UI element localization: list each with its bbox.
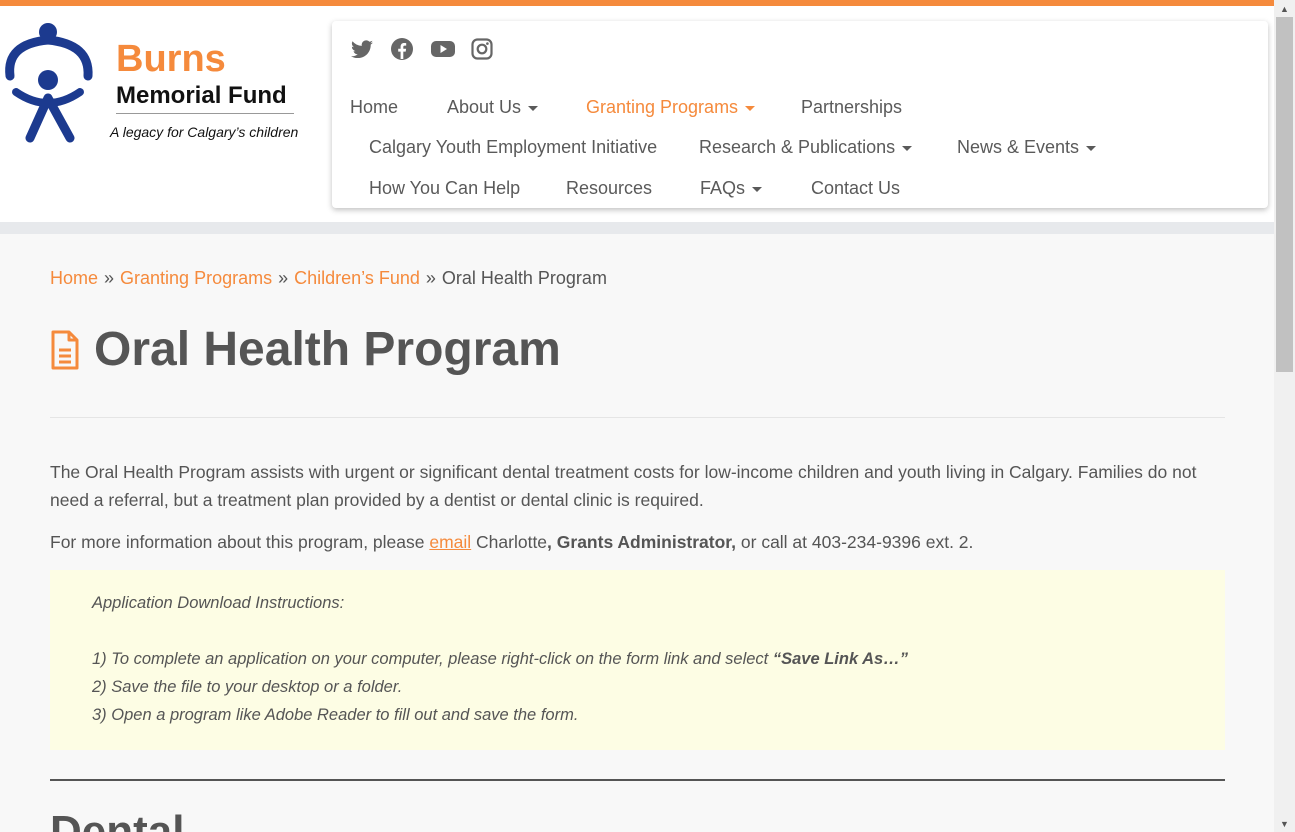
- nav-item-how-you-can-help[interactable]: How You Can Help: [369, 178, 566, 199]
- nav-item-resources[interactable]: Resources: [566, 178, 700, 199]
- vertical-scrollbar[interactable]: ▲ ▼: [1274, 0, 1295, 832]
- instructions-step-1: 1) To complete an application on your co…: [92, 650, 908, 668]
- breadcrumb-childrens-fund-link[interactable]: Children’s Fund: [294, 268, 420, 288]
- breadcrumb-separator: »: [104, 268, 115, 288]
- logo-figure-icon: [5, 23, 93, 143]
- nav-item-faqs[interactable]: FAQs: [700, 178, 811, 199]
- instructions-step-2: 2) Save the file to your desktop or a fo…: [92, 678, 403, 696]
- nav-item-news-events[interactable]: News & Events: [957, 137, 1097, 158]
- twitter-icon[interactable]: [350, 37, 375, 61]
- chevron-down-icon: [752, 187, 763, 192]
- email-link[interactable]: email: [429, 532, 471, 552]
- chevron-down-icon: [528, 106, 539, 111]
- logo-name-line2: Memorial Fund: [116, 82, 287, 109]
- document-icon: [51, 330, 79, 370]
- nav-item-contact-us[interactable]: Contact Us: [811, 178, 900, 199]
- scroll-up-arrow-icon[interactable]: ▲: [1274, 0, 1295, 17]
- nav-row-1: Home About Us Granting Programs Partners…: [350, 97, 902, 118]
- section-heading-dental: Dental: [50, 807, 185, 832]
- header-divider-band: [0, 222, 1274, 234]
- scrollbar-thumb[interactable]: [1276, 17, 1293, 372]
- section-divider: [50, 779, 1225, 781]
- logo-divider: [116, 113, 294, 114]
- breadcrumb: Home» Granting Programs» Children’s Fund» O…: [50, 268, 607, 289]
- social-links: [350, 37, 495, 61]
- breadcrumb-separator: »: [278, 268, 289, 288]
- facebook-icon[interactable]: [390, 37, 415, 61]
- breadcrumb-home-link[interactable]: Home: [50, 268, 98, 288]
- breadcrumb-granting-link[interactable]: Granting Programs: [120, 268, 272, 288]
- logo-tagline: A legacy for Calgary’s children: [110, 124, 299, 140]
- nav-item-research-publications[interactable]: Research & Publications: [699, 137, 957, 158]
- nav-item-granting-programs[interactable]: Granting Programs: [586, 97, 801, 118]
- instructions-step-3: 3) Open a program like Adobe Reader to f…: [92, 706, 579, 724]
- breadcrumb-current: Oral Health Program: [441, 268, 607, 288]
- title-divider: [50, 417, 1225, 418]
- scroll-down-arrow-icon[interactable]: ▼: [1274, 815, 1295, 832]
- main-navigation: Home About Us Granting Programs Partners…: [332, 21, 1268, 208]
- page-title: Oral Health Program: [94, 323, 561, 376]
- logo-name-line1: Burns: [116, 38, 226, 80]
- instagram-icon[interactable]: [470, 37, 495, 61]
- breadcrumb-separator: »: [425, 268, 436, 288]
- download-instructions-box: Application Download Instructions: 1) To…: [50, 570, 1225, 750]
- nav-item-youth-employment[interactable]: Calgary Youth Employment Initiative: [369, 137, 699, 158]
- instructions-heading: Application Download Instructions:: [92, 594, 345, 612]
- nav-row-3: How You Can Help Resources FAQs Contact …: [369, 178, 900, 199]
- page-heading: Oral Health Program: [50, 322, 561, 378]
- nav-row-2: Calgary Youth Employment Initiative Rese…: [369, 137, 1097, 158]
- site-logo[interactable]: Burns Memorial Fund A legacy for Calgary…: [0, 14, 320, 154]
- nav-item-partnerships[interactable]: Partnerships: [801, 97, 902, 118]
- nav-item-home[interactable]: Home: [350, 97, 447, 118]
- youtube-icon[interactable]: [430, 37, 455, 61]
- chevron-down-icon: [902, 146, 913, 151]
- intro-paragraph: The Oral Health Program assists with urg…: [50, 462, 1197, 510]
- chevron-down-icon: [1086, 146, 1097, 151]
- contact-role: , Grants Administrator,: [547, 532, 737, 552]
- contact-paragraph: For more information about this program,…: [50, 532, 974, 552]
- nav-item-about-us[interactable]: About Us: [447, 97, 586, 118]
- chevron-down-icon: [745, 106, 756, 111]
